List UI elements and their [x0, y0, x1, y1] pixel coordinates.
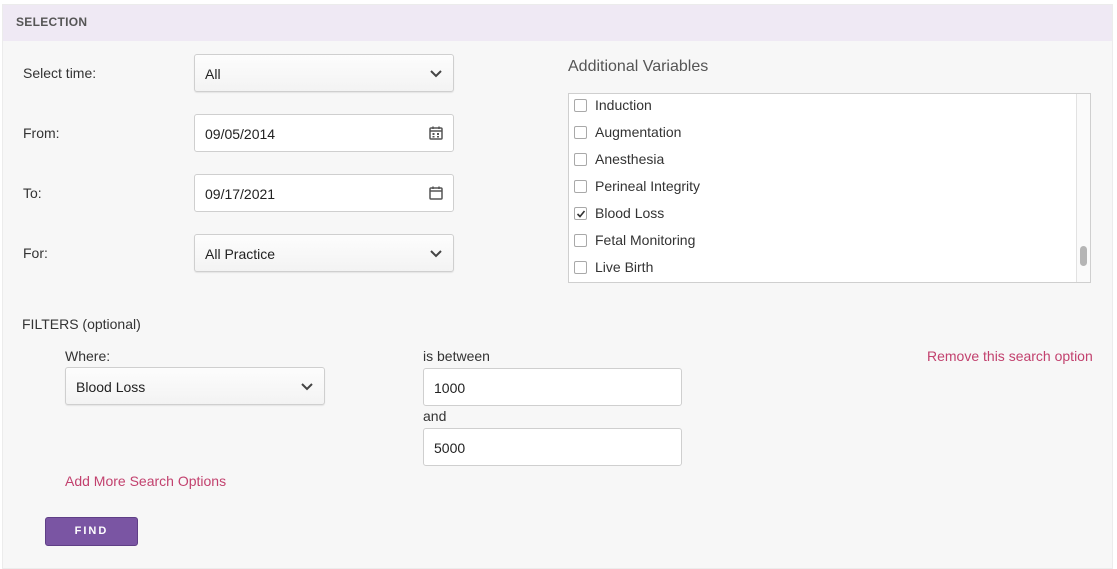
checkmark-icon [576, 210, 586, 218]
add-more-search-options-link[interactable]: Add More Search Options [65, 473, 226, 489]
min-value: 1000 [434, 380, 466, 396]
variable-checkbox[interactable] [574, 99, 587, 112]
from-label: From: [23, 125, 60, 141]
additional-variables-list[interactable]: Induction Augmentation Anesthesia Perine… [568, 93, 1091, 283]
and-label: and [423, 408, 447, 424]
variable-checkbox[interactable] [574, 153, 587, 166]
variable-checkbox[interactable] [574, 180, 587, 193]
scrollbar-thumb[interactable] [1080, 246, 1087, 266]
where-value: Blood Loss [76, 379, 146, 395]
from-date-input[interactable]: 09/05/2014 [194, 114, 454, 152]
min-value-input[interactable]: 1000 [423, 368, 682, 406]
for-label: For: [23, 245, 48, 261]
chevron-down-icon [430, 70, 442, 78]
additional-variables-title: Additional Variables [568, 58, 709, 75]
variable-label: Anesthesia [595, 151, 665, 167]
section-header-title: SELECTION [16, 15, 88, 29]
for-dropdown[interactable]: All Practice [194, 234, 454, 272]
chevron-down-icon [301, 383, 313, 391]
filters-title: FILTERS (optional) [22, 316, 141, 332]
where-label: Where: [65, 348, 111, 364]
variable-label: Live Birth [595, 259, 654, 275]
select-time-value: All [205, 66, 221, 82]
select-time-dropdown[interactable]: All [194, 54, 454, 92]
chevron-down-icon [430, 250, 442, 258]
variable-label: Augmentation [595, 124, 682, 140]
remove-search-option-link[interactable]: Remove this search option [927, 348, 1093, 364]
from-date-value: 09/05/2014 [205, 126, 276, 142]
variable-label: Blood Loss [595, 205, 665, 221]
variable-checkbox[interactable] [574, 234, 587, 247]
find-button[interactable]: FIND [45, 517, 138, 546]
variable-label: Induction [595, 97, 652, 113]
calendar-icon[interactable] [428, 125, 444, 141]
variables-scrollbar[interactable] [1076, 94, 1090, 282]
for-value: All Practice [205, 246, 276, 262]
variable-checkbox-checked[interactable] [574, 207, 587, 220]
variable-label: Perineal Integrity [595, 178, 701, 194]
panel-header: SELECTION [3, 5, 1112, 41]
operator-label: is between [423, 348, 490, 364]
to-date-value: 09/17/2021 [205, 186, 276, 202]
variable-checkbox[interactable] [574, 261, 587, 274]
variable-checkbox[interactable] [574, 126, 587, 139]
select-time-label: Select time: [23, 65, 97, 81]
where-dropdown[interactable]: Blood Loss [65, 367, 325, 405]
variable-label: Fetal Monitoring [595, 232, 696, 248]
to-date-input[interactable]: 09/17/2021 [194, 174, 454, 212]
to-label: To: [23, 185, 42, 201]
max-value: 5000 [434, 440, 466, 456]
max-value-input[interactable]: 5000 [423, 428, 682, 466]
calendar-icon[interactable] [428, 185, 444, 201]
